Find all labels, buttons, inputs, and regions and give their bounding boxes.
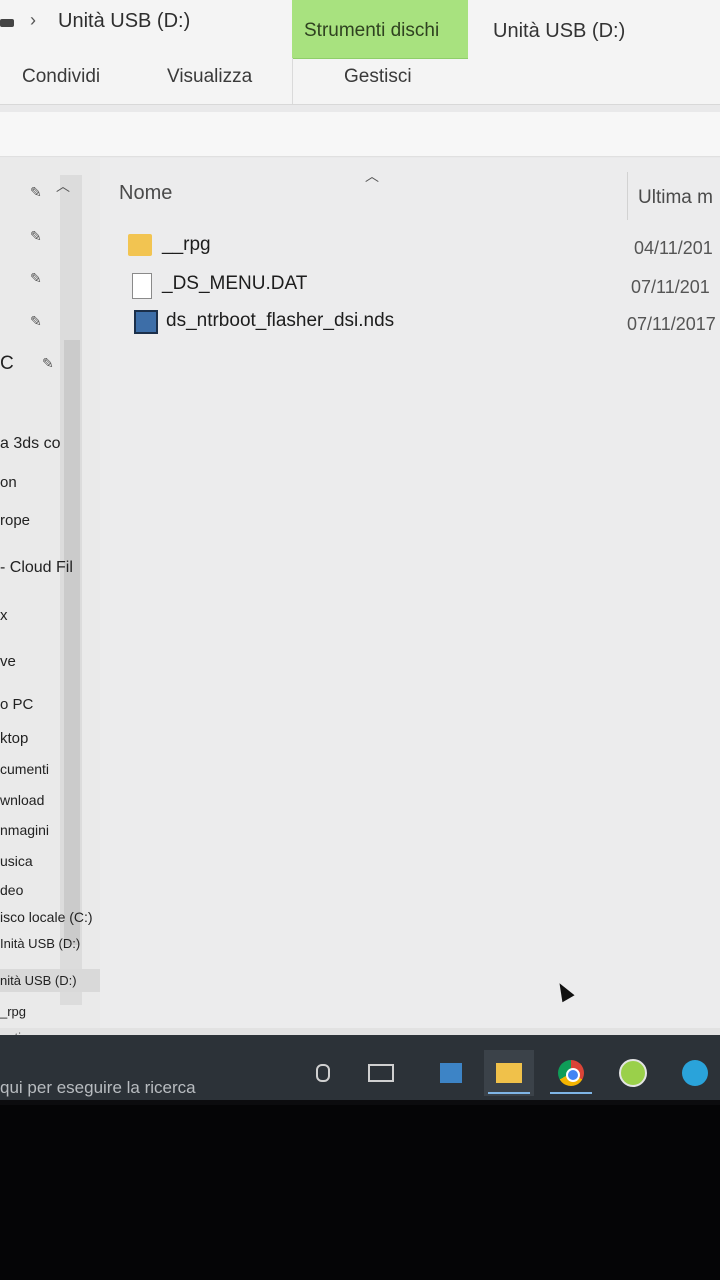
nav-item[interactable]: Inità USB (D:) [0, 936, 80, 951]
nav-item[interactable]: ktop [0, 730, 28, 747]
ribbon-divider [292, 58, 293, 104]
nav-item[interactable]: - Cloud Fil [0, 559, 73, 577]
tab-gestisci[interactable]: Gestisci [344, 66, 412, 88]
nav-item[interactable]: cumenti [0, 761, 49, 777]
search-input[interactable]: qui per eseguire la ricerca [0, 1078, 196, 1098]
file-row[interactable]: _DS_MENU.DAT [120, 269, 720, 303]
file-name: ds_ntrboot_flasher_dsi.nds [166, 310, 395, 331]
pin-icon[interactable]: ✎ [30, 184, 42, 200]
column-header-name[interactable]: Nome [119, 182, 172, 205]
nav-scrollbar-thumb[interactable] [64, 340, 80, 945]
screen: Strumenti dischi Unità USB (D:) Condivid… [0, 0, 720, 1100]
telegram-icon[interactable] [670, 1050, 720, 1096]
tab-condividi[interactable]: Condividi [22, 66, 100, 88]
window-title: Unità USB (D:) [493, 20, 626, 42]
column-divider[interactable] [627, 172, 628, 220]
file-date: 07/11/2017 [627, 314, 716, 334]
nav-item[interactable]: isco locale (C:) [0, 909, 93, 925]
store-icon[interactable] [426, 1050, 476, 1096]
folder-icon [128, 234, 152, 256]
file-date: 04/11/201 [634, 238, 713, 258]
drive-icon [0, 19, 14, 27]
chevron-up-icon[interactable]: ︿ [56, 176, 70, 196]
nav-item[interactable]: nmagini [0, 822, 49, 838]
microphone-icon[interactable] [298, 1050, 348, 1096]
nav-item[interactable]: _rpg [0, 1004, 26, 1019]
task-view-icon[interactable] [356, 1050, 406, 1096]
pin-icon[interactable]: ✎ [42, 355, 54, 371]
nav-item[interactable]: deo [0, 882, 23, 898]
file-name: __rpg [162, 234, 211, 255]
nav-item[interactable]: ve [0, 653, 16, 670]
nav-item[interactable]: usica [0, 853, 33, 869]
chrome-icon[interactable] [546, 1050, 596, 1096]
nav-item[interactable]: a 3ds co [0, 435, 60, 453]
monitor-bezel [0, 1105, 720, 1280]
pin-icon[interactable]: ✎ [30, 270, 42, 286]
tab-visualizza[interactable]: Visualizza [167, 66, 252, 88]
nav-item[interactable]: C [0, 353, 14, 375]
breadcrumb[interactable]: Unità USB (D:) [58, 10, 190, 33]
nav-item[interactable]: rope [0, 512, 30, 529]
green-app-icon[interactable] [608, 1050, 658, 1096]
sort-arrow-icon: ︿ [365, 168, 379, 184]
file-name: _DS_MENU.DAT [162, 273, 308, 294]
file-explorer-icon[interactable] [484, 1050, 534, 1096]
chevron-right-icon[interactable]: › [30, 10, 36, 31]
document-icon [132, 273, 152, 299]
nav-item[interactable]: wnload [0, 792, 44, 808]
file-row[interactable]: __rpg [120, 230, 720, 264]
nds-file-icon [134, 310, 158, 334]
contextual-group-title: Strumenti dischi [304, 20, 440, 41]
pin-icon[interactable]: ✎ [30, 313, 42, 329]
pin-icon[interactable]: ✎ [30, 228, 42, 244]
column-header-date[interactable]: Ultima m [638, 187, 713, 209]
nav-item[interactable]: on [0, 474, 17, 491]
file-date: 07/11/201 [631, 277, 710, 297]
nav-item[interactable]: o PC [0, 696, 33, 713]
address-bar[interactable] [0, 112, 720, 157]
nav-item[interactable]: x [0, 607, 8, 624]
